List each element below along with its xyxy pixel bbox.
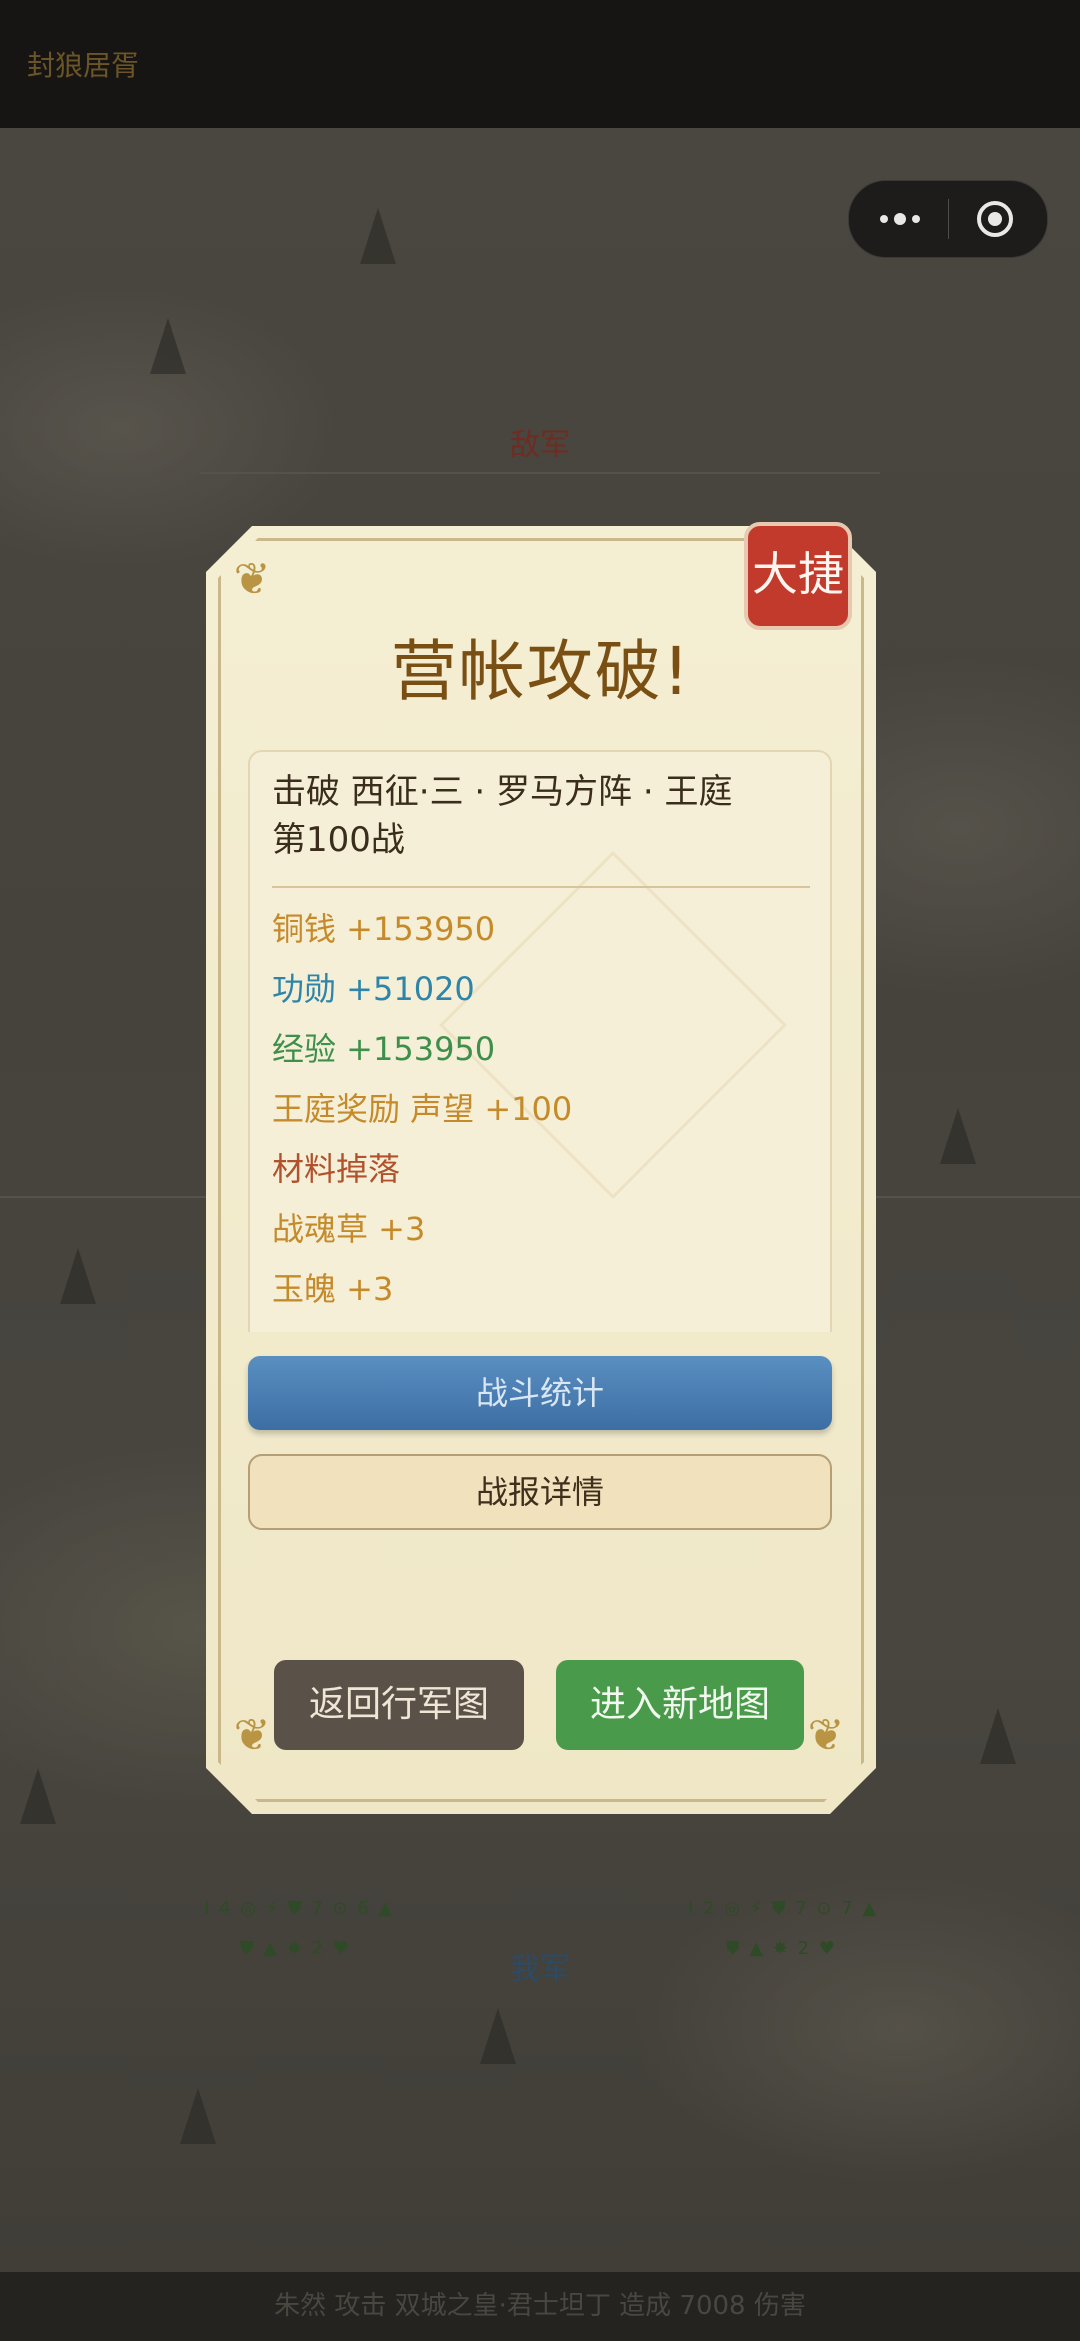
tree-decoration [150,318,186,374]
target-circle-icon[interactable] [975,199,1015,239]
dialog-title: 营帐攻破! [390,633,692,710]
reward-royal-court: 王庭奖励 声望 +100 [272,1090,573,1128]
battle-stats-button[interactable]: 战斗统计 [248,1356,832,1430]
corner-ornament-icon: ❦ [233,1710,271,1761]
ally-unit-stats: ⛊ ▲ ✸ 2 ♥ [240,1938,351,1959]
reward-merit: 功勋 +51020 [272,970,475,1008]
corner-ornament-icon: ❦ [233,554,271,605]
reward-material: 玉魄 +3 [272,1270,394,1308]
ally-unit-stats: I 4 ◎ ⚡ ⛊ 7 ⊙ 6 ▲ [204,1898,395,1919]
tree-decoration [180,2088,216,2144]
reward-material: 战魂草 +3 [272,1210,426,1248]
mini-program-capsule [848,180,1048,258]
more-dots-icon[interactable] [873,201,927,237]
corner-ornament-icon: ❦ [807,1710,845,1761]
tree-decoration [20,1768,56,1824]
capsule-divider [948,199,949,239]
tree-decoration [480,2008,516,2064]
top-header-bar: 封狼居胥 [0,0,1080,128]
return-march-map-button[interactable]: 返回行军图 [274,1660,524,1750]
tree-decoration [940,1108,976,1164]
tree-decoration [980,1708,1016,1764]
tree-decoration [60,1248,96,1304]
result-summary: 击破 西征·三 · 罗马方阵 · 王庭 第100战 [272,768,812,864]
reward-copper: 铜钱 +153950 [272,910,496,948]
victory-badge: 大捷 [744,522,852,630]
ally-unit-stats: I 2 ◎ ⚡ ⛊ 7 ⊙ 7 ▲ [688,1898,879,1919]
enemy-label: 敌军 [510,428,570,463]
enter-new-map-button[interactable]: 进入新地图 [556,1660,804,1750]
result-line: 击破 西征·三 · 罗马方阵 · 王庭 [272,772,733,812]
ally-label: 我军 [510,1952,570,1987]
divider [272,886,810,888]
battle-report-button[interactable]: 战报详情 [248,1454,832,1530]
material-drop-heading: 材料掉落 [272,1150,401,1188]
field-line [200,472,880,474]
tree-decoration [360,208,396,264]
reward-experience: 经验 +153950 [272,1030,496,1068]
battle-result-panel: 击破 西征·三 · 罗马方阵 · 王庭 第100战 铜钱 +153950 功勋 … [248,750,832,1332]
battle-log-ticker: 朱然 攻击 双城之皇·君士坦丁 造成 7008 伤害 [0,2272,1080,2341]
app-title: 封狼居胥 [27,49,140,82]
ally-unit-stats: ⛊ ▲ ✸ 2 ♥ [726,1938,837,1959]
result-line: 第100战 [272,820,405,860]
